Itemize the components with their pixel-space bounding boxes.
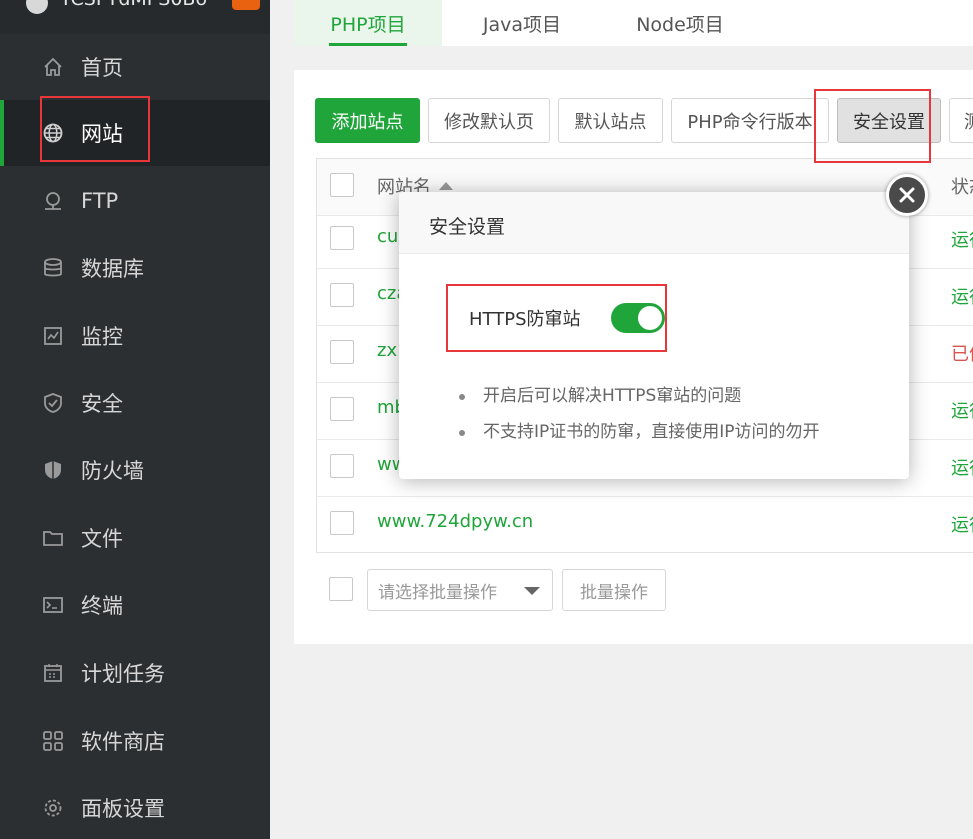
dialog-notes: 开启后可以解决HTTPS窜站的问题 不支持IP证书的防窜，直接使用IP访问的勿开: [459, 384, 820, 456]
dialog-title: 安全设置: [429, 216, 506, 238]
highlight-toggle-row: [446, 284, 667, 352]
dialog-header: 安全设置: [399, 192, 909, 254]
note-item: 开启后可以解决HTTPS窜站的问题: [459, 384, 820, 420]
note-item: 不支持IP证书的防窜，直接使用IP访问的勿开: [459, 420, 820, 456]
close-icon[interactable]: [886, 174, 928, 216]
